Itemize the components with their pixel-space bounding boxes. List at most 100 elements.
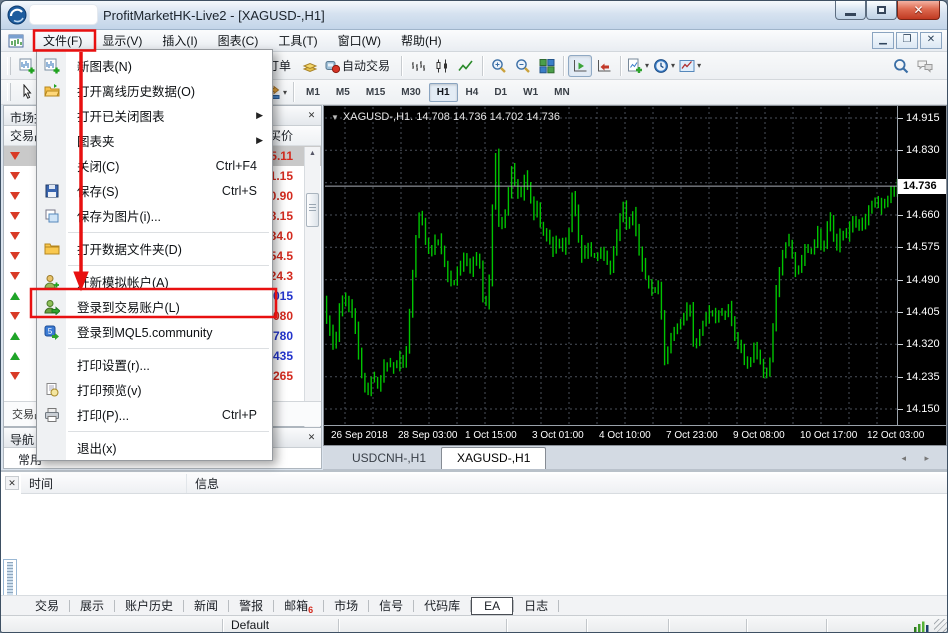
file-menu-item-0[interactable]: 新图表(N)	[37, 53, 272, 78]
close-icon[interactable]: ✕	[5, 476, 19, 490]
menu-separator	[37, 261, 272, 269]
terminal-tab-8[interactable]: 代码库	[414, 596, 470, 615]
periods-button[interactable]: ▾	[651, 55, 677, 77]
timeframe-m15[interactable]: M15	[358, 83, 393, 102]
file-menu-item-3[interactable]: 图表夹▶	[37, 128, 272, 153]
close-icon[interactable]: ✕	[305, 431, 318, 444]
market-watch-scrollbar[interactable]: ▲ ▼	[304, 147, 320, 430]
timeframe-m30[interactable]: M30	[393, 83, 428, 102]
tick-up-icon	[10, 352, 20, 360]
zoom-out-icon	[515, 58, 531, 74]
toolbar-grip[interactable]	[7, 57, 11, 75]
restore-button[interactable]	[866, 1, 897, 20]
chart-tab-1[interactable]: XAGUSD-,H1	[441, 447, 546, 469]
terminal-tab-4[interactable]: 警报	[229, 596, 273, 615]
line-chart-button[interactable]	[454, 55, 478, 77]
toolbar-grip[interactable]	[7, 83, 11, 101]
timeframe-d1[interactable]: D1	[486, 83, 515, 102]
terminal-tab-6[interactable]: 市场	[324, 596, 368, 615]
file-menu-item-11[interactable]: 登录到交易账户(L)	[37, 294, 272, 319]
submenu-arrow-icon: ▶	[256, 135, 263, 146]
chart-shift-button[interactable]	[568, 55, 592, 77]
time-axis[interactable]: 26 Sep 201828 Sep 03:001 Oct 15:003 Oct …	[324, 425, 946, 445]
profile-name[interactable]: Default	[231, 618, 269, 632]
column-time[interactable]: 时间	[21, 474, 187, 493]
indicators-button[interactable]: ▾	[625, 55, 651, 77]
terminal-tab-9[interactable]: EA	[471, 597, 513, 615]
file-menu-item-18[interactable]: 退出(x)	[37, 435, 272, 460]
close-button[interactable]: ✕	[897, 1, 940, 20]
menu-item-label: 打印设置(r)...	[66, 355, 272, 374]
child-close-button[interactable]: ✕	[920, 32, 942, 49]
file-menu-item-4[interactable]: 关闭(C)Ctrl+F4	[37, 153, 272, 178]
minimize-button[interactable]	[835, 1, 866, 20]
tick-up-icon	[10, 292, 20, 300]
menu-item-label: 打开离线历史数据(O)	[66, 81, 272, 100]
scroll-up-icon[interactable]: ▲	[306, 147, 319, 161]
mailbox-badge: 6	[308, 605, 313, 615]
chart-legend[interactable]: ▼XAGUSD-,H1. 14.708 14.736 14.702 14.736	[331, 111, 560, 123]
timeframe-w1[interactable]: W1	[515, 83, 546, 102]
timeframe-m5[interactable]: M5	[328, 83, 358, 102]
tick-down-icon	[10, 212, 20, 220]
timeframe-h1[interactable]: H1	[429, 83, 458, 102]
timeframe-mn[interactable]: MN	[546, 83, 578, 102]
terminal-tab-1[interactable]: 展示	[70, 596, 114, 615]
terminal-tab-10[interactable]: 日志	[514, 596, 558, 615]
chart-tab-0[interactable]: USDCNH-,H1	[337, 448, 441, 469]
zoom-in-button[interactable]	[487, 55, 511, 77]
price-axis[interactable]: 14.91514.83014.66014.57514.49014.40514.3…	[897, 106, 946, 426]
menubar-item-5[interactable]: 窗口(W)	[328, 29, 391, 52]
tile-windows-button[interactable]	[535, 55, 559, 77]
terminal-tab-7[interactable]: 信号	[369, 596, 413, 615]
close-icon[interactable]: ✕	[305, 109, 318, 122]
templates-icon	[679, 58, 695, 74]
terminal-tab-0[interactable]: 交易	[25, 596, 69, 615]
file-menu-item-2[interactable]: 打开已关闭图表▶	[37, 103, 272, 128]
file-menu-item-8[interactable]: 打开数据文件夹(D)	[37, 236, 272, 261]
child-minimize-button[interactable]: ▁	[872, 32, 894, 49]
tick-down-icon	[10, 232, 20, 240]
indicators-icon	[627, 58, 643, 74]
resize-grip[interactable]	[934, 619, 948, 633]
terminal-tab-2[interactable]: 账户历史	[115, 596, 183, 615]
file-menu-item-6[interactable]: 保存为图片(i)...	[37, 203, 272, 228]
file-menu-item-15[interactable]: 打印预览(v)	[37, 377, 272, 402]
chevron-down-icon: ▾	[697, 61, 701, 70]
scrollbar-thumb[interactable]	[306, 193, 319, 227]
chart-tab-scroll-arrows[interactable]: ◂ ▸	[901, 453, 937, 464]
file-menu-item-12[interactable]: 5登录到MQL5.community	[37, 319, 272, 344]
menu-item-label: 打印(P)...	[66, 405, 222, 424]
column-message[interactable]: 信息	[187, 475, 219, 492]
templates-button[interactable]: ▾	[677, 55, 703, 77]
auto-scroll-button[interactable]	[592, 55, 616, 77]
menubar-item-4[interactable]: 工具(T)	[268, 29, 327, 52]
candlestick-button[interactable]	[430, 55, 454, 77]
redacted-area	[29, 4, 98, 25]
terminal-tab-3[interactable]: 新闻	[184, 596, 228, 615]
time-tick-label: 9 Oct 08:00	[733, 430, 785, 441]
community-chat-button[interactable]	[913, 55, 937, 77]
terminal-panel: ✕ 时间 信息	[1, 470, 948, 615]
print-preview-icon	[37, 382, 66, 398]
history-center-button[interactable]	[298, 55, 322, 77]
search-button[interactable]	[889, 55, 913, 77]
file-menu-item-16[interactable]: 打印(P)...Ctrl+P	[37, 402, 272, 427]
menubar-item-6[interactable]: 帮助(H)	[391, 29, 452, 52]
price-tick-label: 14.660	[906, 209, 940, 221]
bar-chart-button[interactable]	[406, 55, 430, 77]
mql5-icon: 5	[37, 324, 66, 340]
file-menu-item-1[interactable]: 打开离线历史数据(O)	[37, 78, 272, 103]
file-menu-item-5[interactable]: 保存(S)Ctrl+S	[37, 178, 272, 203]
price-chart[interactable]	[325, 107, 899, 425]
child-restore-button[interactable]: ❐	[896, 32, 918, 49]
history-center-icon	[302, 58, 318, 74]
autotrading-button[interactable]: 自动交易	[322, 55, 397, 77]
zoom-out-button[interactable]	[511, 55, 535, 77]
terminal-tab-5[interactable]: 邮箱6	[274, 596, 323, 616]
timeframe-m1[interactable]: M1	[298, 83, 328, 102]
timeframe-h4[interactable]: H4	[458, 83, 487, 102]
file-menu-item-10[interactable]: 开新模拟帐户(A)	[37, 269, 272, 294]
chart-window[interactable]: ▼XAGUSD-,H1. 14.708 14.736 14.702 14.736…	[323, 105, 947, 446]
file-menu-item-14[interactable]: 打印设置(r)...	[37, 352, 272, 377]
